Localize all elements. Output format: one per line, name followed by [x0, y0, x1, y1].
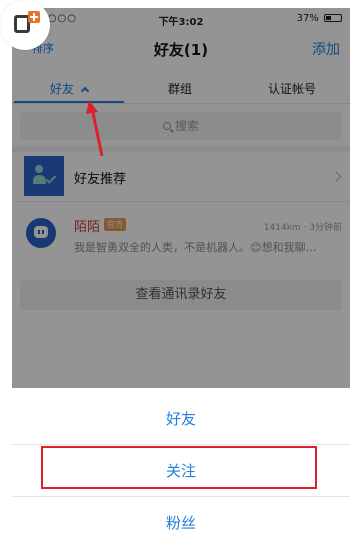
sheet-option-friends[interactable]: 好友 — [12, 394, 350, 444]
highlight-box — [41, 446, 317, 489]
sheet-divider — [12, 444, 350, 445]
share-add-icon — [0, 0, 50, 50]
sheet-option-fans[interactable]: 粉丝 — [12, 498, 350, 540]
annotation-arrow-icon — [86, 100, 104, 157]
screenshot-frame: ••○○○ 下午3:02 37% 排序 好友(1) 添加 好友 群组 认证帐号 — [0, 0, 363, 548]
sheet-divider — [12, 496, 350, 497]
